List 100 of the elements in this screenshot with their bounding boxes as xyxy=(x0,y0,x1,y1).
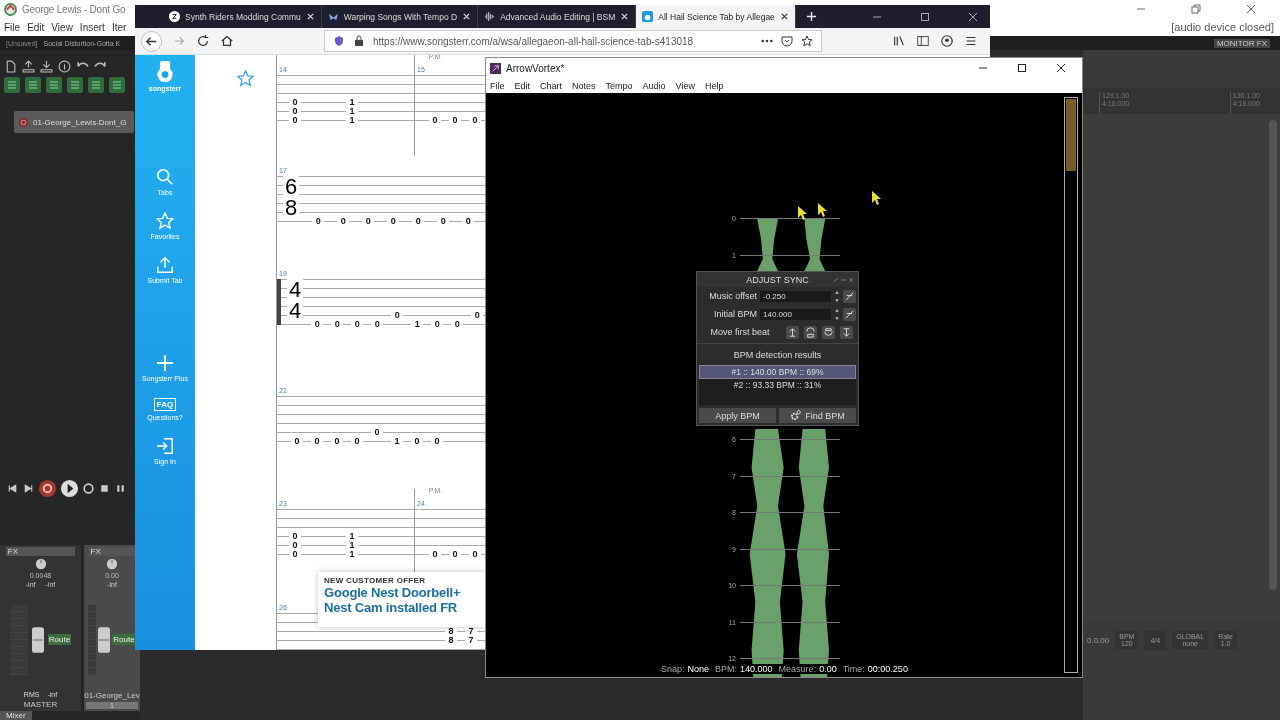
document-icon[interactable] xyxy=(4,60,17,73)
spinner-icon[interactable] xyxy=(834,307,840,321)
close-tab-icon[interactable] xyxy=(620,12,630,21)
fret-number: 0 xyxy=(387,217,400,226)
menu-item[interactable]: Chart xyxy=(540,80,563,91)
address-bar[interactable]: https://www.songsterr.com/a/wsa/allegaeon-all-hail-science-tab-s413018 xyxy=(324,30,822,52)
move-beat-button[interactable] xyxy=(786,325,799,339)
result-item[interactable]: #2 :: 93.33 BPM :: 31% xyxy=(699,379,856,391)
menu-item[interactable]: View xyxy=(675,80,695,91)
sidebar-icon[interactable] xyxy=(916,34,930,48)
fret-number: 1 xyxy=(346,116,358,125)
toggle-button[interactable] xyxy=(46,77,62,93)
account-icon[interactable] xyxy=(940,34,954,48)
close-icon[interactable] xyxy=(968,11,978,22)
menu-item[interactable]: Insert xyxy=(79,21,105,33)
browser-tab[interactable]: All Hail Science Tab by Allegae xyxy=(636,5,796,28)
menu-item[interactable]: Iter xyxy=(111,21,127,33)
menu-item[interactable]: Help xyxy=(704,80,724,91)
fret-number: 0 xyxy=(331,437,343,446)
move-beat-button[interactable] xyxy=(840,325,853,339)
new-tab-icon[interactable] xyxy=(805,11,817,22)
close-tab-icon[interactable] xyxy=(462,12,472,21)
status-label: Snap: xyxy=(661,664,685,674)
dock-tab[interactable]: Mixer xyxy=(0,711,32,720)
time-readout: 0.0.00 xyxy=(1087,635,1110,645)
status-value: 140.000 xyxy=(740,664,773,674)
route-button[interactable]: Route xyxy=(47,634,72,645)
download-icon[interactable] xyxy=(40,60,53,73)
maximize-icon[interactable] xyxy=(920,11,930,22)
fader-handle[interactable] xyxy=(31,626,44,653)
fret-number: 0 xyxy=(449,116,461,125)
route-button[interactable]: Route xyxy=(112,634,136,645)
fret-number: 1 xyxy=(346,107,358,116)
maximize-icon[interactable] xyxy=(1017,63,1027,73)
upload-icon[interactable] xyxy=(22,60,35,73)
fret-number: 0 xyxy=(312,217,325,226)
menu-item[interactable]: File xyxy=(490,80,505,91)
monitor-fx-button[interactable]: MONITOR FX xyxy=(1213,38,1270,48)
menu-item[interactable]: Audio xyxy=(642,80,666,91)
field-label: Initial BPM xyxy=(713,309,757,319)
fret-number: 0 xyxy=(351,437,363,446)
move-beat-button[interactable] xyxy=(804,325,817,339)
guitar-logo-icon[interactable] xyxy=(156,61,174,83)
reload-icon[interactable] xyxy=(196,34,210,48)
close-tab-icon[interactable] xyxy=(779,12,789,21)
status-label: Time: xyxy=(842,664,865,674)
fx-button[interactable]: FX xyxy=(5,547,76,556)
record-icon[interactable] xyxy=(38,478,57,498)
fret-number: 0 xyxy=(429,550,441,559)
action-button[interactable]: Find BPM xyxy=(779,408,856,423)
fret-number: 1 xyxy=(391,437,403,446)
record-arm-icon[interactable] xyxy=(18,116,29,128)
toggle-button[interactable] xyxy=(25,77,41,93)
number-field[interactable]: 140.000 xyxy=(760,308,831,320)
scroll-thumb[interactable] xyxy=(1066,99,1076,171)
toggle-button[interactable] xyxy=(109,77,125,93)
track-header[interactable]: 01-George_Lewis-Dont_G xyxy=(14,111,134,133)
toggle-button[interactable] xyxy=(4,77,20,93)
library-icon[interactable] xyxy=(892,34,906,48)
favicon-icon xyxy=(484,11,496,22)
pan-knob[interactable] xyxy=(34,558,47,570)
tap-button[interactable] xyxy=(843,289,856,303)
restore-icon[interactable] xyxy=(1191,4,1201,14)
menu-item[interactable]: File xyxy=(4,21,21,33)
vertical-scrollbar[interactable] xyxy=(1269,120,1277,590)
menu-item[interactable]: Tempo xyxy=(605,80,633,91)
fx-button[interactable]: FX xyxy=(88,547,136,556)
close-tab-icon[interactable] xyxy=(305,12,315,21)
menu-icon[interactable] xyxy=(964,34,978,48)
move-beat-button[interactable] xyxy=(822,325,835,339)
tap-button[interactable] xyxy=(843,307,856,321)
toggle-button[interactable] xyxy=(88,77,104,93)
fader-handle[interactable] xyxy=(98,626,111,653)
pan-knob[interactable] xyxy=(106,558,118,570)
menu-item[interactable]: View xyxy=(51,21,73,33)
menu-item[interactable]: Edit xyxy=(514,80,531,91)
favorite-star-icon[interactable] xyxy=(237,70,254,87)
plus-icon xyxy=(156,354,174,372)
toggle-button[interactable] xyxy=(67,77,83,93)
fret-number: 7 xyxy=(465,627,477,636)
status-label: Measure: xyxy=(778,664,817,674)
scroll-track[interactable] xyxy=(1064,97,1078,673)
ad-banner[interactable]: NEW CUSTOMER OFFER Google Nest Doorbell+ Nest Cam installed FR xyxy=(318,572,486,627)
menu-item[interactable]: Edit xyxy=(27,21,45,33)
home-icon[interactable] xyxy=(220,34,234,48)
info-icon[interactable] xyxy=(58,60,71,73)
fret-number: 0 xyxy=(471,311,484,320)
fret-number: 0 xyxy=(289,541,301,550)
result-item[interactable]: #1 :: 140.00 BPM :: 69% xyxy=(699,365,856,379)
menu-item[interactable]: Notes xyxy=(572,80,596,91)
loop-icon[interactable] xyxy=(82,481,95,495)
back-icon[interactable] xyxy=(141,30,162,52)
fret-number: 0 xyxy=(437,217,450,226)
number-field[interactable]: -0.250 xyxy=(760,290,831,302)
action-button[interactable]: Apply BPM xyxy=(699,408,776,423)
close-icon[interactable] xyxy=(1056,63,1066,73)
ad-kicker: NEW CUSTOMER OFFER xyxy=(324,576,427,585)
spinner-icon[interactable] xyxy=(834,289,840,303)
fret-number: 0 xyxy=(289,98,301,107)
play-icon[interactable] xyxy=(60,478,79,498)
